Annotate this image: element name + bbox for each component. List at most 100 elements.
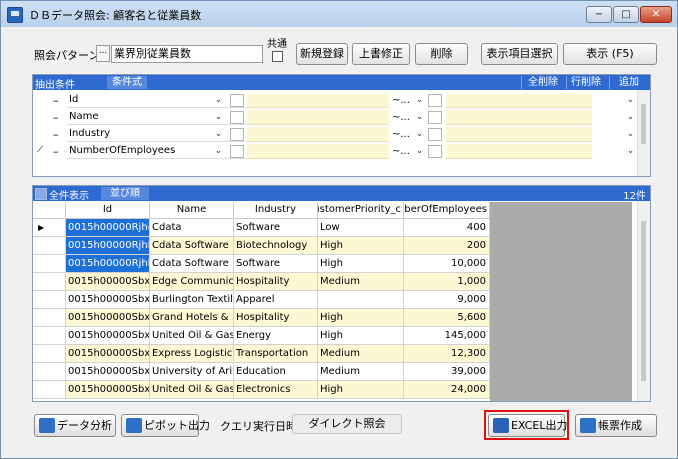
cell-id[interactable]: 0015h00000Sbxf...: [66, 381, 150, 399]
scroll-thumb[interactable]: [641, 104, 646, 144]
filter-scrollbar[interactable]: [637, 90, 650, 176]
cell-id[interactable]: 0015h00000Sbxf...: [66, 345, 150, 363]
cell-id[interactable]: 0015h00000Sbxf...: [66, 309, 150, 327]
cell-id[interactable]: 0015h00000Sbxf...: [66, 291, 150, 309]
cell-name[interactable]: University of Ari...: [150, 363, 234, 381]
overwrite-button[interactable]: 上書修正: [352, 43, 410, 65]
cell-employees[interactable]: 12,300: [404, 345, 490, 363]
add-condition-button[interactable]: 追加: [609, 76, 648, 89]
condition-checkbox-2[interactable]: [428, 128, 442, 141]
title-bar[interactable]: ＤＢデータ照会: 顧客名と従業員数 − □ ✕: [1, 1, 677, 27]
display-button[interactable]: 表示 (F5): [563, 43, 657, 65]
cell-industry[interactable]: Software: [234, 219, 318, 237]
tab-condition[interactable]: 条件式: [107, 76, 147, 89]
value-input[interactable]: [247, 110, 389, 125]
value-input[interactable]: [247, 93, 389, 108]
delete-button[interactable]: 削除: [415, 43, 468, 65]
field-select[interactable]: Id: [67, 93, 257, 108]
cell-employees[interactable]: 9,000: [404, 291, 490, 309]
show-all-label[interactable]: 全件表示: [49, 187, 89, 202]
cell-id[interactable]: 0015h00000Sbxf...: [66, 327, 150, 345]
cell-name[interactable]: Grand Hotels & ...: [150, 309, 234, 327]
cell-priority[interactable]: High: [318, 327, 404, 345]
cell-employees[interactable]: 24,000: [404, 381, 490, 399]
maximize-button[interactable]: □: [613, 6, 639, 23]
field-select[interactable]: Name: [67, 110, 257, 125]
data-analysis-button[interactable]: データ分析: [34, 414, 116, 437]
condition-checkbox-2[interactable]: [428, 94, 442, 107]
pattern-browse-button[interactable]: ...: [96, 45, 110, 62]
columns-select-button[interactable]: 表示項目選択: [481, 43, 558, 65]
cell-priority[interactable]: Medium: [318, 363, 404, 381]
cell-id[interactable]: 0015h00000RjhK...: [66, 255, 150, 273]
cell-name[interactable]: United Oil & Gas,...: [150, 381, 234, 399]
cell-name[interactable]: Cdata Software: [150, 237, 234, 255]
chevron-down-icon[interactable]: ⌄: [414, 110, 425, 124]
chevron-down-icon[interactable]: ⌄: [625, 110, 636, 124]
cell-industry[interactable]: Electronics: [234, 381, 318, 399]
cell-industry[interactable]: Transportation: [234, 345, 318, 363]
operator-select[interactable]: ~...: [389, 93, 417, 108]
chevron-down-icon[interactable]: ⌄: [625, 127, 636, 141]
column-header[interactable]: NumberOfEmployees: [404, 202, 490, 219]
show-all-checkbox[interactable]: [35, 188, 47, 200]
pattern-input[interactable]: 業界別従業員数: [111, 45, 263, 63]
operator-select[interactable]: ~...: [389, 127, 417, 142]
cell-industry[interactable]: Apparel: [234, 291, 318, 309]
cell-employees[interactable]: 200: [404, 237, 490, 255]
delete-row-button[interactable]: 行削除: [566, 76, 605, 89]
condition-checkbox-2[interactable]: [428, 145, 442, 158]
pivot-output-button[interactable]: ピボット出力: [121, 414, 210, 437]
minimize-button[interactable]: −: [586, 6, 612, 23]
cell-employees[interactable]: 1,000: [404, 273, 490, 291]
scroll-thumb[interactable]: [641, 221, 646, 381]
chevron-down-icon[interactable]: ⌄: [414, 93, 425, 107]
report-create-button[interactable]: 帳票作成: [575, 414, 657, 437]
clear-all-button[interactable]: 全削除: [521, 76, 564, 89]
cell-industry[interactable]: Software: [234, 255, 318, 273]
cell-employees[interactable]: 400: [404, 219, 490, 237]
cell-priority[interactable]: [318, 291, 404, 309]
cell-industry[interactable]: Energy: [234, 327, 318, 345]
value-input-2[interactable]: [446, 93, 592, 108]
value-input-2[interactable]: [446, 110, 592, 125]
field-select[interactable]: Industry: [67, 127, 257, 142]
condition-checkbox-2[interactable]: [428, 111, 442, 124]
column-header[interactable]: Id: [66, 202, 150, 219]
cell-name[interactable]: United Oil & Gas...: [150, 327, 234, 345]
cell-industry[interactable]: Hospitality: [234, 273, 318, 291]
chevron-down-icon[interactable]: ⌄: [213, 127, 224, 141]
operator-select[interactable]: ~...: [389, 144, 417, 159]
close-button[interactable]: ✕: [640, 6, 672, 23]
cell-priority[interactable]: Low: [318, 219, 404, 237]
column-header[interactable]: Industry: [234, 202, 318, 219]
cell-priority[interactable]: Medium: [318, 273, 404, 291]
cell-id[interactable]: 0015h00000Sbxf...: [66, 273, 150, 291]
cell-priority[interactable]: High: [318, 255, 404, 273]
chevron-down-icon[interactable]: ⌄: [414, 144, 425, 158]
value-input-2[interactable]: [446, 127, 592, 142]
chevron-down-icon[interactable]: ⌄: [414, 127, 425, 141]
direct-query-button[interactable]: ダイレクト照会: [292, 414, 402, 434]
new-button[interactable]: 新規登録: [296, 43, 348, 65]
cell-industry[interactable]: Education: [234, 363, 318, 381]
cell-priority[interactable]: Medium: [318, 345, 404, 363]
operator-select[interactable]: ~...: [389, 110, 417, 125]
value-input-2[interactable]: [446, 144, 592, 159]
cell-name[interactable]: Burlington Textil...: [150, 291, 234, 309]
cell-employees[interactable]: 10,000: [404, 255, 490, 273]
condition-checkbox[interactable]: [230, 111, 244, 124]
chevron-down-icon[interactable]: ⌄: [213, 144, 224, 158]
cell-name[interactable]: Edge Communica...: [150, 273, 234, 291]
value-input[interactable]: [247, 127, 389, 142]
cell-employees[interactable]: 5,600: [404, 309, 490, 327]
condition-checkbox[interactable]: [230, 145, 244, 158]
cell-id[interactable]: 0015h00000RjhKf...: [66, 237, 150, 255]
cell-industry[interactable]: Hospitality: [234, 309, 318, 327]
condition-checkbox[interactable]: [230, 128, 244, 141]
cell-industry[interactable]: Biotechnology: [234, 237, 318, 255]
cell-employees[interactable]: 145,000: [404, 327, 490, 345]
cell-employees[interactable]: 39,000: [404, 363, 490, 381]
cell-name[interactable]: Express Logistic...: [150, 345, 234, 363]
chevron-down-icon[interactable]: ⌄: [213, 93, 224, 107]
